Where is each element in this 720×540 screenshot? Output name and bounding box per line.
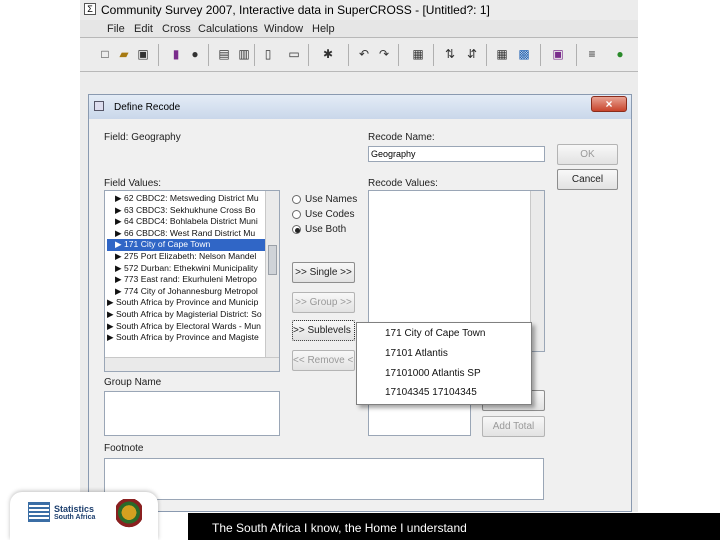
footer-bar: The South Africa I know, the Home I unde… [188,513,720,540]
field-values-hscrollbar[interactable] [105,357,279,371]
remove-button[interactable]: << Remove << [292,350,355,371]
cancel-button[interactable]: Cancel [557,169,618,190]
go-icon[interactable]: ● [612,46,628,62]
toolbar-separator [348,44,349,66]
dialog-title: Define Recode [114,102,181,113]
close-icon: × [605,97,613,111]
field-label: Field: Geography [104,132,181,143]
group-name-input[interactable] [104,391,280,436]
list-item[interactable]: ▶ 66 CBDC8: West Rand District Mu [115,228,267,240]
save-icon[interactable]: ▣ [135,46,151,62]
print-preview-icon[interactable]: ▥ [236,46,252,62]
footnote-label: Footnote [104,443,144,454]
use-names-label: Use Names [305,194,358,205]
toolbar-separator [308,44,309,66]
field-values-label: Field Values: [104,178,162,189]
recode-extra-field[interactable] [368,400,471,436]
swap-axes-icon[interactable]: ⇵ [464,46,480,62]
add-total-button[interactable]: Add Total [482,416,545,437]
sublevels-button[interactable]: >> Sublevels >> [292,320,355,341]
tools-icon[interactable]: ✱ [320,46,336,62]
recode-values-vscrollbar[interactable] [530,191,544,351]
toolbar-separator [398,44,399,66]
popup-item[interactable]: 17104345 17104345 [385,387,477,398]
group-name-label: Group Name [104,377,162,388]
app-titlebar: Σ Community Survey 2007, Interactive dat… [80,0,638,20]
use-both-label: Use Both [305,224,347,235]
columns-icon[interactable]: ≡ [584,46,600,62]
database-icon[interactable]: ▮ [168,46,184,62]
group-button[interactable]: >> Group >> [292,292,355,313]
recode-name-input[interactable] [368,146,545,162]
list-item[interactable]: ▶ 773 East rand: Ekurhuleni Metropo [115,274,267,286]
toolbar: □ ▰ ▣ ▮ ● ▤ ▥ ▯ ▭ ✱ ↶ ↷ ▦ ⇅ ⇵ ▦ ▩ ▣ ≡ ● [80,38,638,72]
recode-icon[interactable]: ▦ [410,46,426,62]
list-item[interactable]: ▶ South Africa by Magisterial District: … [107,309,267,321]
find-icon[interactable]: ▭ [286,46,302,62]
use-names-radio[interactable] [292,195,301,204]
popup-item[interactable]: 17101000 Atlantis SP [385,368,481,379]
close-button[interactable]: × [591,96,627,112]
list-item[interactable]: ▶ 62 CBDC2: Metsweding District Mu [115,193,267,205]
globe-icon[interactable]: ● [187,46,203,62]
list-item[interactable]: ▶ 275 Port Elizabeth: Nelson Mandel [115,251,267,263]
list-item[interactable]: ▶ South Africa by Province and Municip [107,297,267,309]
footer-tagline: The South Africa I know, the Home I unde… [212,521,467,535]
scroll-thumb[interactable] [268,245,277,275]
sublevels-popup: 171 City of Cape Town 17101 Atlantis 171… [356,322,532,405]
menu-edit[interactable]: Edit [134,23,153,35]
toolbar-separator [576,44,577,66]
chart-icon[interactable]: ▩ [516,46,532,62]
print-icon[interactable]: ▤ [216,46,232,62]
menu-help[interactable]: Help [312,23,335,35]
menu-file[interactable]: File [107,23,125,35]
toolbar-separator [433,44,434,66]
sort-icon[interactable]: ⇅ [442,46,458,62]
logo-line2: South Africa [54,514,96,521]
field-values-list[interactable]: ▶ 62 CBDC2: Metsweding District Mu ▶ 63 … [104,190,280,372]
document-icon[interactable]: ▯ [260,46,276,62]
logo-line1: Statistics [54,504,95,514]
list-item-selected[interactable]: ▶ 171 City of Cape Town [107,239,265,251]
stats-sa-logo: Statistics South Africa [10,492,158,540]
redo-icon[interactable]: ↷ [376,46,392,62]
recode-name-label: Recode Name: [368,132,435,143]
new-file-icon[interactable]: □ [97,46,113,62]
app-icon: Σ [84,3,96,15]
menu-bar: File Edit Cross Calculations Window Help [80,20,638,38]
list-item[interactable]: ▶ 774 City of Johannesburg Metropol [115,286,267,298]
toolbar-separator [158,44,159,66]
menu-cross[interactable]: Cross [162,23,191,35]
popup-item[interactable]: 171 City of Cape Town [385,328,485,339]
app-title: Community Survey 2007, Interactive data … [101,3,490,17]
use-codes-radio[interactable] [292,210,301,219]
menu-calculations[interactable]: Calculations [198,23,258,35]
list-item[interactable]: ▶ South Africa by Electoral Wards - Mun [107,321,267,333]
list-item[interactable]: ▶ 64 CBDC4: Bohlabela District Muni [115,216,267,228]
undo-icon[interactable]: ↶ [356,46,372,62]
dialog-titlebar: Define Recode [89,95,631,119]
recode-values-label: Recode Values: [368,178,438,189]
use-codes-label: Use Codes [305,209,355,220]
footnote-input[interactable] [104,458,544,500]
stats-logo-mark [28,502,50,522]
coat-of-arms-icon [116,499,142,533]
menu-window[interactable]: Window [264,23,303,35]
toolbar-separator [540,44,541,66]
ok-button[interactable]: OK [557,144,618,165]
map-icon[interactable]: ▣ [550,46,566,62]
toolbar-separator [486,44,487,66]
toolbar-separator [208,44,209,66]
dialog-icon [94,101,104,111]
single-button[interactable]: >> Single >> [292,262,355,283]
table-icon[interactable]: ▦ [494,46,510,62]
list-item[interactable]: ▶ 572 Durban: Ethekwini Municipality [115,263,267,275]
list-item[interactable]: ▶ South Africa by Province and Magiste [107,332,267,344]
popup-item[interactable]: 17101 Atlantis [385,348,448,359]
toolbar-separator [254,44,255,66]
field-values-vscrollbar[interactable] [265,191,279,357]
use-both-radio[interactable] [292,225,301,234]
list-item[interactable]: ▶ 63 CBDC3: Sekhukhune Cross Bo [115,205,267,217]
open-folder-icon[interactable]: ▰ [116,46,132,62]
